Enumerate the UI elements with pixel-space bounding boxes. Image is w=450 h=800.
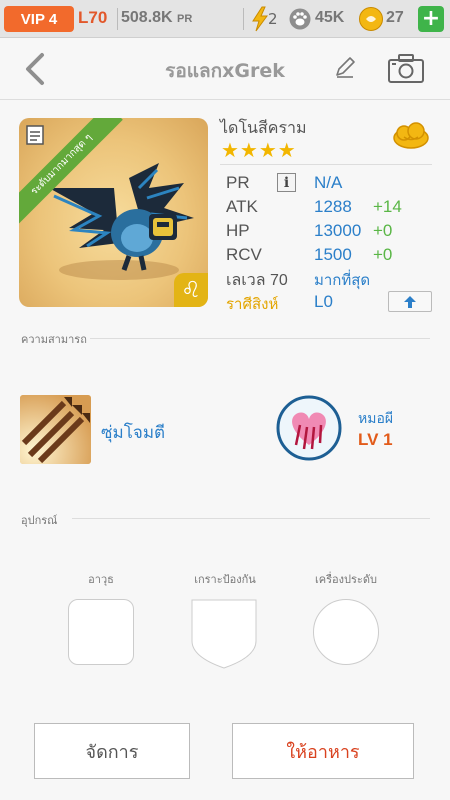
page-header: รอแลกxGrek xyxy=(0,38,450,100)
hp-label: HP xyxy=(226,221,250,240)
add-currency-button[interactable]: + xyxy=(418,6,444,32)
info-icon[interactable]: i xyxy=(277,173,296,192)
rcv-bonus: +0 xyxy=(373,245,393,264)
divider xyxy=(243,8,244,30)
monster-portrait[interactable]: ระดับมากมากสุด ๆ ♌ xyxy=(19,118,208,307)
arrow-up-icon xyxy=(404,295,416,308)
hp-bonus: +0 xyxy=(373,221,393,240)
camera-icon[interactable] xyxy=(388,53,424,83)
hp-value: 13000 xyxy=(314,221,362,240)
rcv-value: 1500 xyxy=(314,245,352,264)
armor-label: เกราะป้องกัน xyxy=(194,573,256,586)
lightning-icon xyxy=(252,6,268,32)
coin-icon xyxy=(359,7,383,31)
atk-value: 1288 xyxy=(314,197,352,216)
weapon-label: อาวุธ xyxy=(88,573,114,586)
manage-button[interactable]: จัดการ xyxy=(34,723,190,779)
atk-label: ATK xyxy=(226,197,258,216)
leo-zodiac-icon: ♌ xyxy=(174,273,208,307)
zodiac-value: L0 xyxy=(314,292,333,311)
arrows-skill-icon xyxy=(20,395,91,464)
paw-count: 45K xyxy=(315,9,345,26)
skill-icon[interactable] xyxy=(20,395,91,464)
level-max-text: มากที่สุด xyxy=(314,271,371,289)
page-title: รอแลกxGrek xyxy=(165,60,285,82)
player-level: L70 xyxy=(78,8,108,27)
divider xyxy=(90,338,430,339)
divider xyxy=(117,8,118,30)
leader-skill-name[interactable]: หมอผี xyxy=(358,408,393,430)
shaman-heart-icon[interactable] xyxy=(276,395,342,461)
level-label: เลเวล 70 xyxy=(226,272,288,289)
weapon-slot[interactable] xyxy=(68,599,134,665)
status-bar: VIP 4 L70 508.8K PR 2 45K 27 + xyxy=(0,0,450,38)
accessory-slot[interactable] xyxy=(313,599,379,665)
pr-label: PR xyxy=(226,173,250,192)
equipment-section-title: อุปกรณ์ xyxy=(21,514,58,527)
vip-badge[interactable]: VIP 4 xyxy=(4,6,74,32)
leader-skill-level: LV 1 xyxy=(358,430,393,449)
back-chevron-icon[interactable] xyxy=(22,52,50,86)
power-rating: 508.8K PR xyxy=(121,9,192,27)
abilities-section-title: ความสามารถ xyxy=(21,333,87,346)
power-unit: PR xyxy=(177,13,193,25)
feed-button[interactable]: ให้อาหาร xyxy=(232,723,414,779)
energy-count: 2 xyxy=(268,10,278,28)
skill-name[interactable]: ซุ่มโจมตี xyxy=(101,419,165,446)
paw-icon xyxy=(289,8,311,30)
accessory-label: เครื่องประดับ xyxy=(315,573,377,586)
rcv-label: RCV xyxy=(226,245,262,264)
armor-slot[interactable] xyxy=(191,599,257,669)
pr-value: N/A xyxy=(314,173,343,192)
zodiac-label: ราศีสิงห์ xyxy=(226,295,279,313)
cloud-icon xyxy=(393,122,429,149)
upgrade-button[interactable] xyxy=(388,291,432,312)
divider xyxy=(72,518,430,519)
divider xyxy=(220,164,432,165)
edit-pencil-icon[interactable] xyxy=(334,56,356,78)
star-rating: ★★★★ xyxy=(221,138,297,162)
power-value: 508.8K xyxy=(121,9,173,26)
coin-count: 27 xyxy=(386,9,404,26)
atk-bonus: +14 xyxy=(373,197,402,216)
document-icon[interactable] xyxy=(25,124,45,146)
